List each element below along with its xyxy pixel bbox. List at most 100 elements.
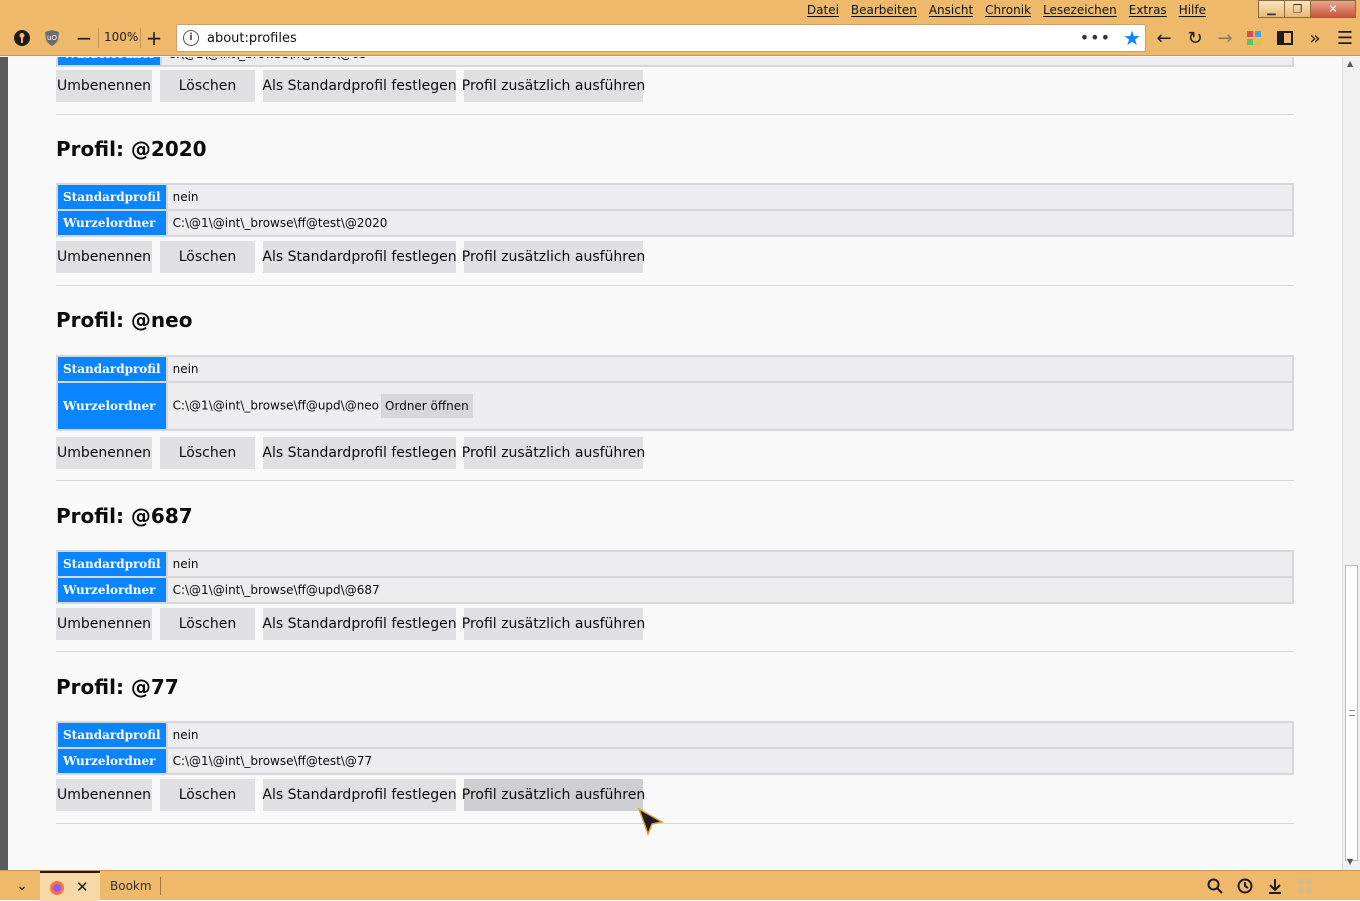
search-button[interactable] — [1203, 874, 1227, 898]
scroll-up-icon[interactable]: ▲ — [1347, 59, 1353, 68]
default-profile-value: nein — [166, 184, 1293, 211]
divider — [56, 285, 1294, 286]
overflow-button[interactable]: » — [1303, 26, 1327, 50]
default-profile-value: nein — [166, 722, 1293, 749]
scroll-down-icon[interactable]: ▼ — [1347, 857, 1353, 866]
close-window-button[interactable]: ✕ — [1310, 0, 1356, 18]
profile-title: Profil: @77 — [56, 675, 179, 699]
menu-hilfe[interactable]: Hilfe — [1173, 2, 1212, 18]
menu-extras[interactable]: Extras — [1123, 2, 1173, 18]
delete-button[interactable]: Löschen — [160, 437, 255, 469]
delete-button[interactable]: Löschen — [160, 241, 255, 273]
bottom-toolbar: ⌄ ✕ Bookm — [0, 870, 1360, 901]
launch-profile-button[interactable]: Profil zusätzlich ausführen — [462, 437, 645, 469]
key-icon — [14, 30, 30, 46]
toolbar-separator — [140, 28, 141, 48]
delete-button[interactable]: Löschen — [160, 779, 255, 811]
profile-info-table: Standardprofil nein Wurzelordner C:\@1\@in… — [56, 550, 1294, 604]
root-folder-value: C:\@1\@int\_browse\ff@test\@2020 — [172, 216, 388, 230]
scrollbar-thumb[interactable] — [1345, 565, 1358, 861]
menu-datei[interactable]: Datei — [801, 2, 845, 18]
toolbar-separator — [160, 877, 161, 895]
page-actions-icon[interactable]: ••• — [1080, 28, 1111, 47]
profile-title: Profil: @2020 — [56, 137, 207, 161]
menu-ansicht[interactable]: Ansicht — [923, 2, 979, 18]
tab-list-button[interactable]: ⌄ — [10, 874, 34, 898]
firefox-icon — [50, 881, 64, 895]
rename-button[interactable]: Umbenennen — [56, 241, 152, 273]
profile-actions: Umbenennen Löschen Als Standardprofil fe… — [56, 241, 645, 273]
url-bar[interactable]: i about:profiles ••• ★ — [176, 24, 1146, 52]
profile-info-table: Standardprofil nein Wurzelordner C:\@1\@in… — [56, 721, 1294, 775]
close-icon: ✕ — [1328, 2, 1338, 16]
extension-button[interactable] — [1242, 26, 1266, 50]
root-folder-value: C:\@1\@int\_browse\ff@test\@77 — [172, 754, 373, 768]
set-default-button[interactable]: Als Standardprofil festlegen — [262, 241, 457, 273]
root-folder-value: C:\@1\@int\_browse\ff@test\@65 — [161, 57, 1293, 66]
downloads-button[interactable] — [1263, 874, 1287, 898]
root-folder-label: Wurzelordner — [57, 210, 168, 236]
menu-chronik[interactable]: Chronik — [979, 2, 1037, 18]
svg-text:uO: uO — [47, 34, 57, 42]
info-icon[interactable]: i — [183, 30, 199, 46]
page-content: Wurzelordner C:\@1\@int\_browse\ff@test\@… — [8, 57, 1342, 870]
forward-button[interactable]: → — [1213, 26, 1237, 50]
grip-icon — [1349, 710, 1355, 716]
minimize-icon: ▁ — [1267, 2, 1276, 16]
launch-profile-button[interactable]: Profil zusätzlich ausführen — [462, 241, 645, 273]
history-button[interactable] — [1233, 874, 1257, 898]
rename-button[interactable]: Umbenennen — [56, 779, 152, 811]
title-bar: Datei Bearbeiten Ansicht Chronik Lesezei… — [0, 0, 1360, 20]
default-profile-value: nein — [166, 551, 1293, 578]
shield-icon: uO — [45, 30, 59, 46]
ublock-button[interactable]: uO — [40, 26, 64, 50]
back-button[interactable]: ← — [1152, 26, 1176, 50]
launch-profile-button[interactable]: Profil zusätzlich ausführen — [462, 779, 645, 811]
rename-button[interactable]: Umbenennen — [56, 437, 152, 469]
arrow-right-icon: → — [1217, 27, 1233, 49]
sidebar-button[interactable] — [1273, 26, 1297, 50]
menu-bearbeiten[interactable]: Bearbeiten — [845, 2, 923, 18]
menu-button[interactable]: ☰ — [1333, 26, 1357, 50]
close-tab-icon[interactable]: ✕ — [76, 878, 89, 896]
search-icon — [1207, 878, 1223, 894]
open-folder-button[interactable]: Ordner öffnen — [381, 394, 473, 418]
bookmarks-label[interactable]: Bookm — [110, 879, 152, 893]
launch-profile-button[interactable]: Profil zusätzlich ausführen — [462, 70, 645, 102]
set-default-button[interactable]: Als Standardprofil festlegen — [262, 779, 457, 811]
rename-button[interactable]: Umbenennen — [56, 608, 152, 640]
vertical-scrollbar[interactable]: ▲ ▼ — [1342, 57, 1360, 870]
delete-button[interactable]: Löschen — [160, 70, 255, 102]
restore-icon: ❐ — [1292, 2, 1303, 16]
sidebar-icon — [1277, 31, 1293, 45]
profile-title: Profil: @687 — [56, 504, 193, 528]
menu-lesezeichen[interactable]: Lesezeichen — [1037, 2, 1123, 18]
info-button[interactable] — [10, 26, 34, 50]
bookmark-star-icon[interactable]: ★ — [1123, 26, 1141, 50]
reload-button[interactable]: ↻ — [1183, 26, 1207, 50]
zoom-out-button[interactable]: − — [72, 26, 96, 50]
profile-actions: Umbenennen Löschen Als Standardprofil fe… — [56, 779, 645, 811]
root-folder-label: Wurzelordner — [57, 382, 168, 430]
minimize-button[interactable]: ▁ — [1258, 0, 1285, 18]
active-tab[interactable]: ✕ — [40, 871, 100, 901]
delete-button[interactable]: Löschen — [160, 608, 255, 640]
hamburger-icon: ☰ — [1336, 27, 1354, 49]
set-default-button[interactable]: Als Standardprofil festlegen — [262, 70, 457, 102]
url-text[interactable]: about:profiles — [207, 31, 297, 46]
divider — [56, 114, 1294, 115]
zoom-in-button[interactable]: + — [142, 26, 166, 50]
root-folder-label: Wurzelordner — [57, 577, 168, 603]
zoom-level[interactable]: 100% — [104, 30, 138, 44]
extension-grid-button[interactable] — [1293, 874, 1317, 898]
default-profile-label: Standardprofil — [57, 184, 168, 211]
profile-actions: Umbenennen Löschen Als Standardprofil fe… — [56, 437, 645, 469]
launch-profile-button[interactable]: Profil zusätzlich ausführen — [462, 608, 645, 640]
toolbar-separator — [98, 28, 99, 48]
rename-button[interactable]: Umbenennen — [56, 70, 152, 102]
set-default-button[interactable]: Als Standardprofil festlegen — [262, 437, 457, 469]
profile-info-table: WurzelordnerC:\@1\@int\_browse\ff@test\@… — [56, 57, 1294, 67]
set-default-button[interactable]: Als Standardprofil festlegen — [262, 608, 457, 640]
restore-button[interactable]: ❐ — [1284, 0, 1311, 18]
default-profile-value: nein — [166, 356, 1293, 383]
